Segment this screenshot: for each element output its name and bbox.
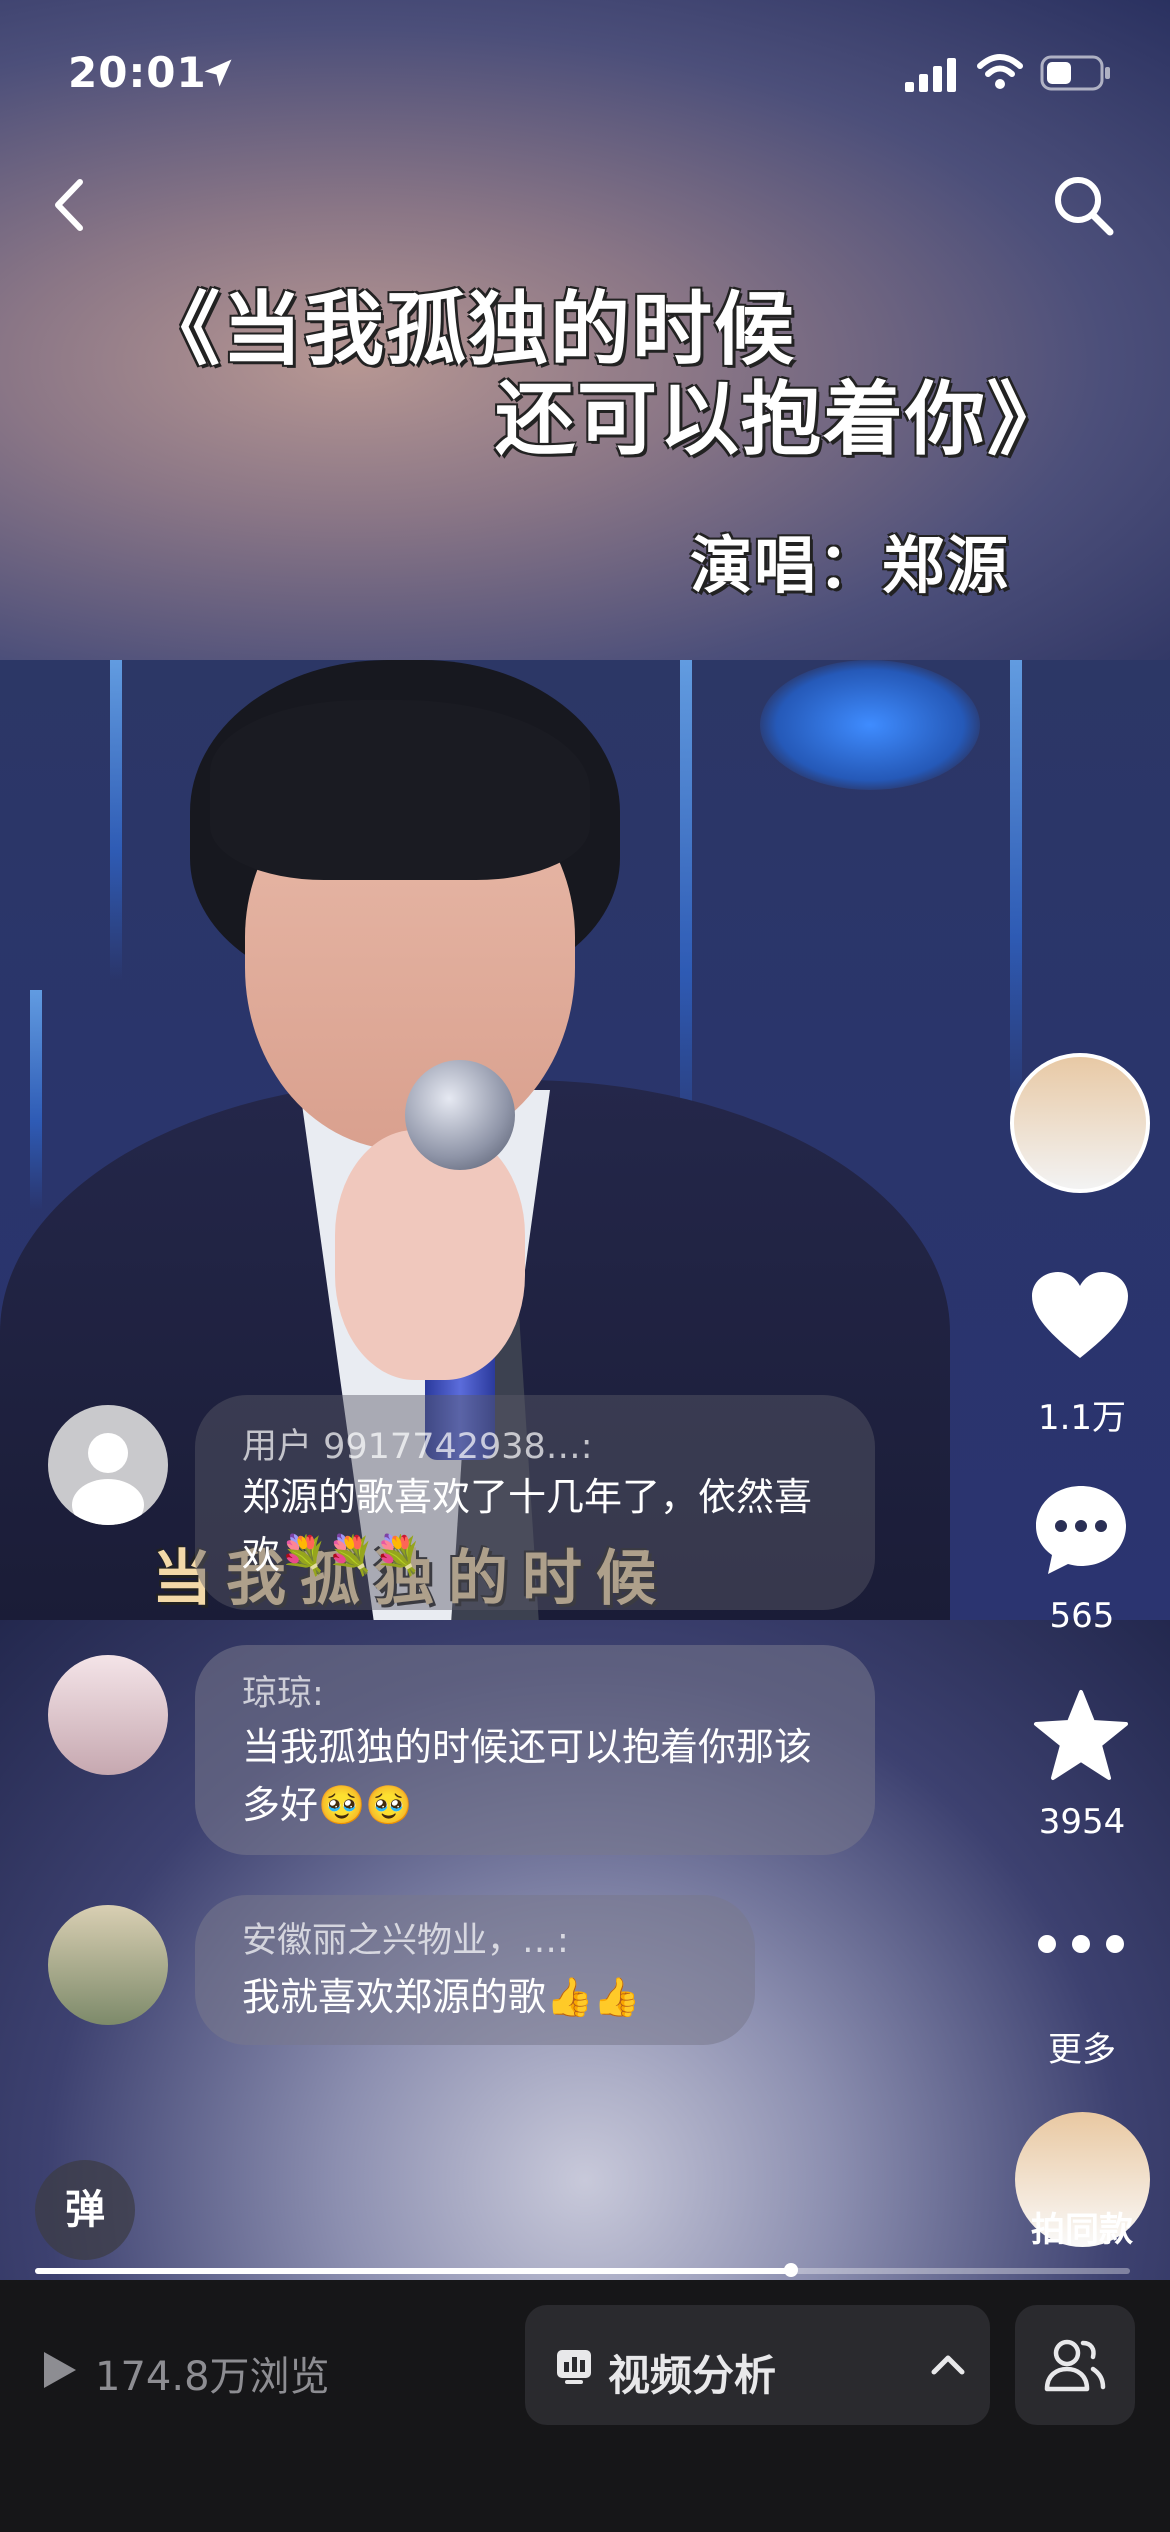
comment-user: 用户 9917742938…: bbox=[242, 1427, 593, 1467]
comment-user: 安徽丽之兴物业，…: bbox=[242, 1921, 569, 1961]
video-title-line2: 还可以抱着你》 bbox=[495, 373, 1069, 466]
video-analysis-label: 视频分析 bbox=[608, 2351, 777, 2400]
default-avatar-icon bbox=[72, 1433, 144, 1525]
battery-icon bbox=[1040, 55, 1110, 91]
stage-light bbox=[760, 660, 980, 790]
analysis-icon bbox=[557, 2350, 591, 2384]
microphone-head bbox=[405, 1060, 515, 1170]
stage-light-bar bbox=[30, 990, 42, 1210]
comment-text: 郑源的歌喜欢了十几年了，依然喜欢💐💐💐 bbox=[242, 1475, 813, 1577]
play-icon bbox=[44, 2352, 76, 2388]
comment-user: 琼琼: bbox=[242, 1674, 324, 1714]
heart-icon[interactable] bbox=[1030, 1270, 1130, 1362]
comment-avatar[interactable] bbox=[48, 1655, 168, 1775]
singer-credit: 演唱：郑源 bbox=[690, 529, 1011, 602]
more-label: 更多 bbox=[1048, 2030, 1116, 2070]
same-style-label[interactable]: 拍同款 bbox=[1002, 2202, 1162, 2251]
view-count: 174.8万浏览 bbox=[95, 2354, 330, 2400]
singer-fringe bbox=[210, 700, 590, 880]
singer-hand bbox=[335, 1130, 525, 1380]
chevron-up-icon bbox=[931, 2355, 965, 2375]
status-time: 20:01 bbox=[68, 48, 207, 97]
comment-text: 我就喜欢郑源的歌👍👍 bbox=[242, 1975, 641, 2019]
friends-icon bbox=[1044, 2339, 1106, 2392]
comment-avatar[interactable] bbox=[48, 1405, 168, 1525]
like-count: 1.1万 bbox=[1037, 1398, 1127, 1438]
favorite-count: 3954 bbox=[1038, 1802, 1126, 1842]
more-icon[interactable] bbox=[1035, 1932, 1127, 1956]
wifi-icon bbox=[977, 54, 1023, 89]
search-button[interactable] bbox=[1048, 170, 1120, 242]
signal-icon bbox=[905, 58, 956, 92]
stage-light-bar bbox=[110, 660, 122, 980]
back-button[interactable] bbox=[40, 170, 100, 240]
danmaku-button[interactable]: 弹 bbox=[35, 2160, 135, 2260]
comment-icon[interactable] bbox=[1032, 1482, 1130, 1580]
location-arrow-icon bbox=[204, 59, 232, 87]
author-avatar[interactable] bbox=[1010, 1053, 1150, 1193]
stage-light-bar bbox=[1010, 660, 1022, 1120]
comment-avatar[interactable] bbox=[48, 1905, 168, 2025]
progress-fill bbox=[35, 2268, 791, 2274]
comment-text: 当我孤独的时候还可以抱着你那该多好🥹🥹 bbox=[242, 1725, 813, 1827]
comment-count: 565 bbox=[1049, 1596, 1115, 1636]
star-icon[interactable] bbox=[1032, 1688, 1130, 1782]
progress-thumb[interactable] bbox=[784, 2263, 798, 2277]
